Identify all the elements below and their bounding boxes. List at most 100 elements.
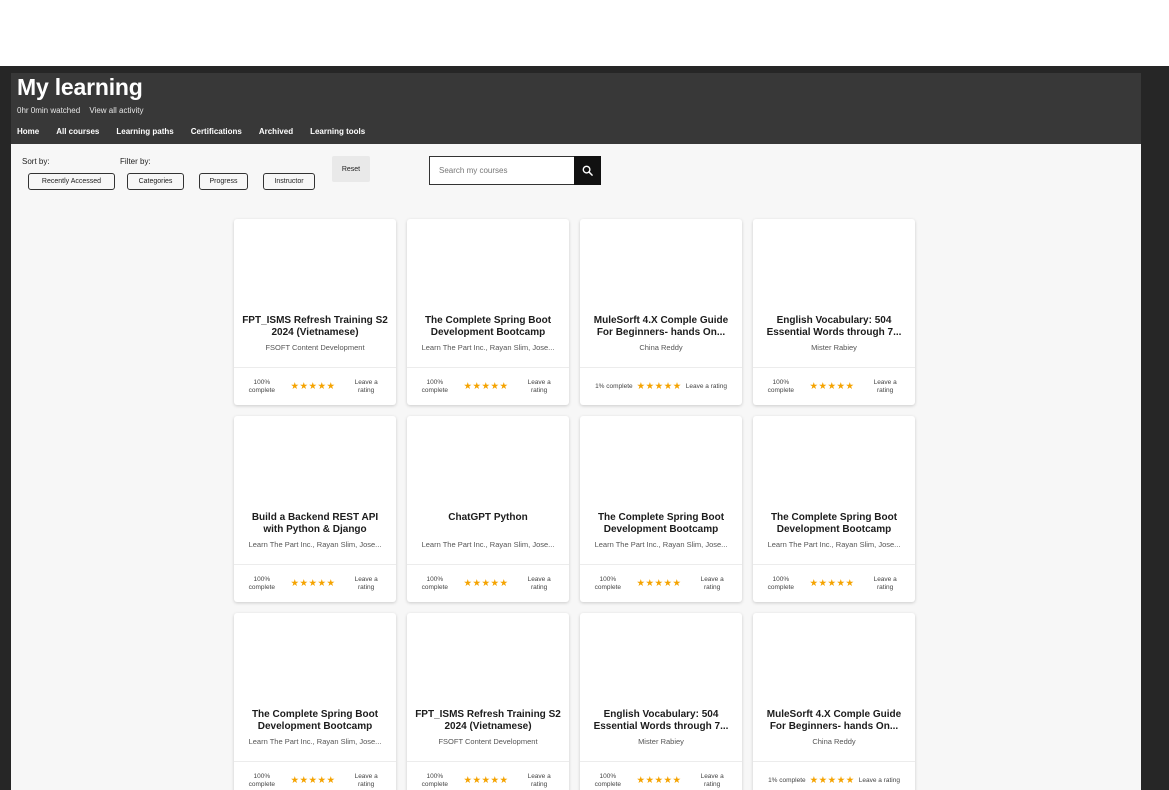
course-title: The Complete Spring Boot Development Boo…	[251, 709, 379, 732]
leave-rating-link[interactable]: Leave a rating	[349, 576, 383, 591]
rating-stars-icon[interactable]: ★★★★★	[809, 381, 854, 392]
rating-stars-icon[interactable]: ★★★★★	[636, 578, 681, 589]
course-progress: 100% complete	[421, 576, 448, 591]
course-title: The Complete Spring Boot Development Boo…	[597, 512, 725, 535]
search-input[interactable]	[429, 156, 574, 185]
sort-dropdown[interactable]: Recently Accessed	[28, 173, 115, 190]
nav-archived[interactable]: Archived	[259, 127, 293, 136]
nav-certifications[interactable]: Certifications	[191, 127, 242, 136]
rating-stars-icon[interactable]: ★★★★★	[636, 775, 681, 786]
course-progress: 100% complete	[767, 576, 794, 591]
course-title: Build a Backend REST API with Python & D…	[251, 512, 379, 535]
nav-home[interactable]: Home	[17, 127, 39, 136]
course-card[interactable]: ChatGPT Python Learn The Part Inc., Rayan…	[407, 416, 569, 602]
leave-rating-link[interactable]: Leave a rating	[868, 379, 902, 394]
course-card[interactable]: The Complete Spring Boot Development Boo…	[580, 416, 742, 602]
course-author: FSOFT Content Development	[438, 737, 538, 746]
course-author: China Reddy	[812, 737, 856, 746]
course-card[interactable]: The Complete Spring Boot Development Boo…	[407, 219, 569, 405]
course-author: Learn The Part Inc., Rayan Slim, Jose...	[248, 737, 382, 746]
rating-stars-icon[interactable]: ★★★★★	[809, 578, 854, 589]
rating-stars-icon[interactable]: ★★★★★	[463, 381, 508, 392]
course-author: FSOFT Content Development	[265, 343, 365, 352]
my-learning-page: My learning 0hr 0min watched View all ac…	[11, 73, 1141, 790]
course-progress: 100% complete	[248, 379, 275, 394]
course-author: Mister Rabiey	[811, 343, 857, 352]
rating-stars-icon[interactable]: ★★★★★	[637, 381, 682, 392]
course-card[interactable]: FPT_ISMS Refresh Training S2 2024 (Vietn…	[234, 219, 396, 405]
search-button[interactable]	[574, 156, 601, 185]
rating-stars-icon[interactable]: ★★★★★	[810, 775, 855, 786]
course-card-footer: 1% complete ★★★★★ Leave a rating	[753, 761, 915, 790]
course-progress: 100% complete	[421, 773, 448, 788]
course-title: English Vocabulary: 504 Essential Words …	[593, 709, 729, 732]
leave-rating-link[interactable]: Leave a rating	[695, 773, 729, 788]
learning-nav: Home All courses Learning paths Certific…	[17, 127, 365, 136]
course-title: FPT_ISMS Refresh Training S2 2024 (Vietn…	[242, 315, 388, 338]
course-author: Learn The Part Inc., Rayan Slim, Jose...	[248, 540, 382, 549]
course-author: Learn The Part Inc., Rayan Slim, Jose...	[767, 540, 901, 549]
leave-rating-link[interactable]: Leave a rating	[859, 777, 900, 785]
course-progress: 100% complete	[594, 576, 621, 591]
filter-categories[interactable]: Categories	[127, 173, 184, 190]
course-card-footer: 100% complete ★★★★★ Leave a rating	[580, 761, 742, 790]
nav-learning-tools[interactable]: Learning tools	[310, 127, 365, 136]
rating-stars-icon[interactable]: ★★★★★	[463, 775, 508, 786]
course-progress: 100% complete	[594, 773, 621, 788]
window-frame: My learning 0hr 0min watched View all ac…	[0, 66, 1169, 790]
course-card-footer: 1% complete ★★★★★ Leave a rating	[580, 367, 742, 405]
leave-rating-link[interactable]: Leave a rating	[522, 773, 556, 788]
course-title: MuleSorft 4.X Comple Guide For Beginners…	[593, 315, 729, 338]
course-card-footer: 100% complete ★★★★★ Leave a rating	[407, 761, 569, 790]
rating-stars-icon[interactable]: ★★★★★	[463, 578, 508, 589]
leave-rating-link[interactable]: Leave a rating	[686, 383, 727, 391]
course-author: China Reddy	[639, 343, 683, 352]
nav-learning-paths[interactable]: Learning paths	[116, 127, 173, 136]
course-author: Mister Rabiey	[638, 737, 684, 746]
search-icon	[582, 165, 593, 176]
course-progress: 100% complete	[248, 773, 275, 788]
course-card-footer: 100% complete ★★★★★ Leave a rating	[407, 564, 569, 602]
leave-rating-link[interactable]: Leave a rating	[522, 379, 556, 394]
rating-stars-icon[interactable]: ★★★★★	[290, 775, 335, 786]
reset-button[interactable]: Reset	[332, 156, 370, 182]
course-card[interactable]: FPT_ISMS Refresh Training S2 2024 (Vietn…	[407, 613, 569, 790]
course-card[interactable]: The Complete Spring Boot Development Boo…	[234, 613, 396, 790]
leave-rating-link[interactable]: Leave a rating	[349, 379, 383, 394]
course-card-footer: 100% complete ★★★★★ Leave a rating	[753, 564, 915, 602]
filter-progress[interactable]: Progress	[199, 173, 248, 190]
course-progress: 1% complete	[595, 382, 633, 390]
course-title: MuleSorft 4.X Comple Guide For Beginners…	[766, 709, 902, 732]
course-title: The Complete Spring Boot Development Boo…	[424, 315, 552, 338]
course-progress: 100% complete	[767, 379, 794, 394]
course-card[interactable]: English Vocabulary: 504 Essential Words …	[580, 613, 742, 790]
nav-all-courses[interactable]: All courses	[56, 127, 99, 136]
course-card-footer: 100% complete ★★★★★ Leave a rating	[234, 564, 396, 602]
course-card-footer: 100% complete ★★★★★ Leave a rating	[753, 367, 915, 405]
course-progress: 100% complete	[421, 379, 448, 394]
course-title: FPT_ISMS Refresh Training S2 2024 (Vietn…	[415, 709, 561, 732]
course-card[interactable]: The Complete Spring Boot Development Boo…	[753, 416, 915, 602]
course-title: English Vocabulary: 504 Essential Words …	[766, 315, 902, 338]
rating-stars-icon[interactable]: ★★★★★	[290, 381, 335, 392]
course-title: ChatGPT Python	[448, 512, 528, 523]
search-bar	[429, 156, 601, 185]
course-card-footer: 100% complete ★★★★★ Leave a rating	[234, 367, 396, 405]
rating-stars-icon[interactable]: ★★★★★	[290, 578, 335, 589]
course-card[interactable]: MuleSorft 4.X Comple Guide For Beginners…	[580, 219, 742, 405]
course-card[interactable]: MuleSorft 4.X Comple Guide For Beginners…	[753, 613, 915, 790]
sort-label: Sort by:	[22, 157, 50, 166]
filter-instructor[interactable]: Instructor	[263, 173, 315, 190]
course-progress: 100% complete	[248, 576, 275, 591]
course-author: Learn The Part Inc., Rayan Slim, Jose...	[421, 343, 555, 352]
course-card[interactable]: Build a Backend REST API with Python & D…	[234, 416, 396, 602]
course-card[interactable]: English Vocabulary: 504 Essential Words …	[753, 219, 915, 405]
leave-rating-link[interactable]: Leave a rating	[695, 576, 729, 591]
course-card-footer: 100% complete ★★★★★ Leave a rating	[407, 367, 569, 405]
watched-time: 0hr 0min watched	[17, 106, 81, 115]
leave-rating-link[interactable]: Leave a rating	[349, 773, 383, 788]
leave-rating-link[interactable]: Leave a rating	[522, 576, 556, 591]
course-grid: FPT_ISMS Refresh Training S2 2024 (Vietn…	[234, 219, 915, 790]
view-all-activity-link[interactable]: View all activity	[89, 106, 143, 115]
leave-rating-link[interactable]: Leave a rating	[868, 576, 902, 591]
